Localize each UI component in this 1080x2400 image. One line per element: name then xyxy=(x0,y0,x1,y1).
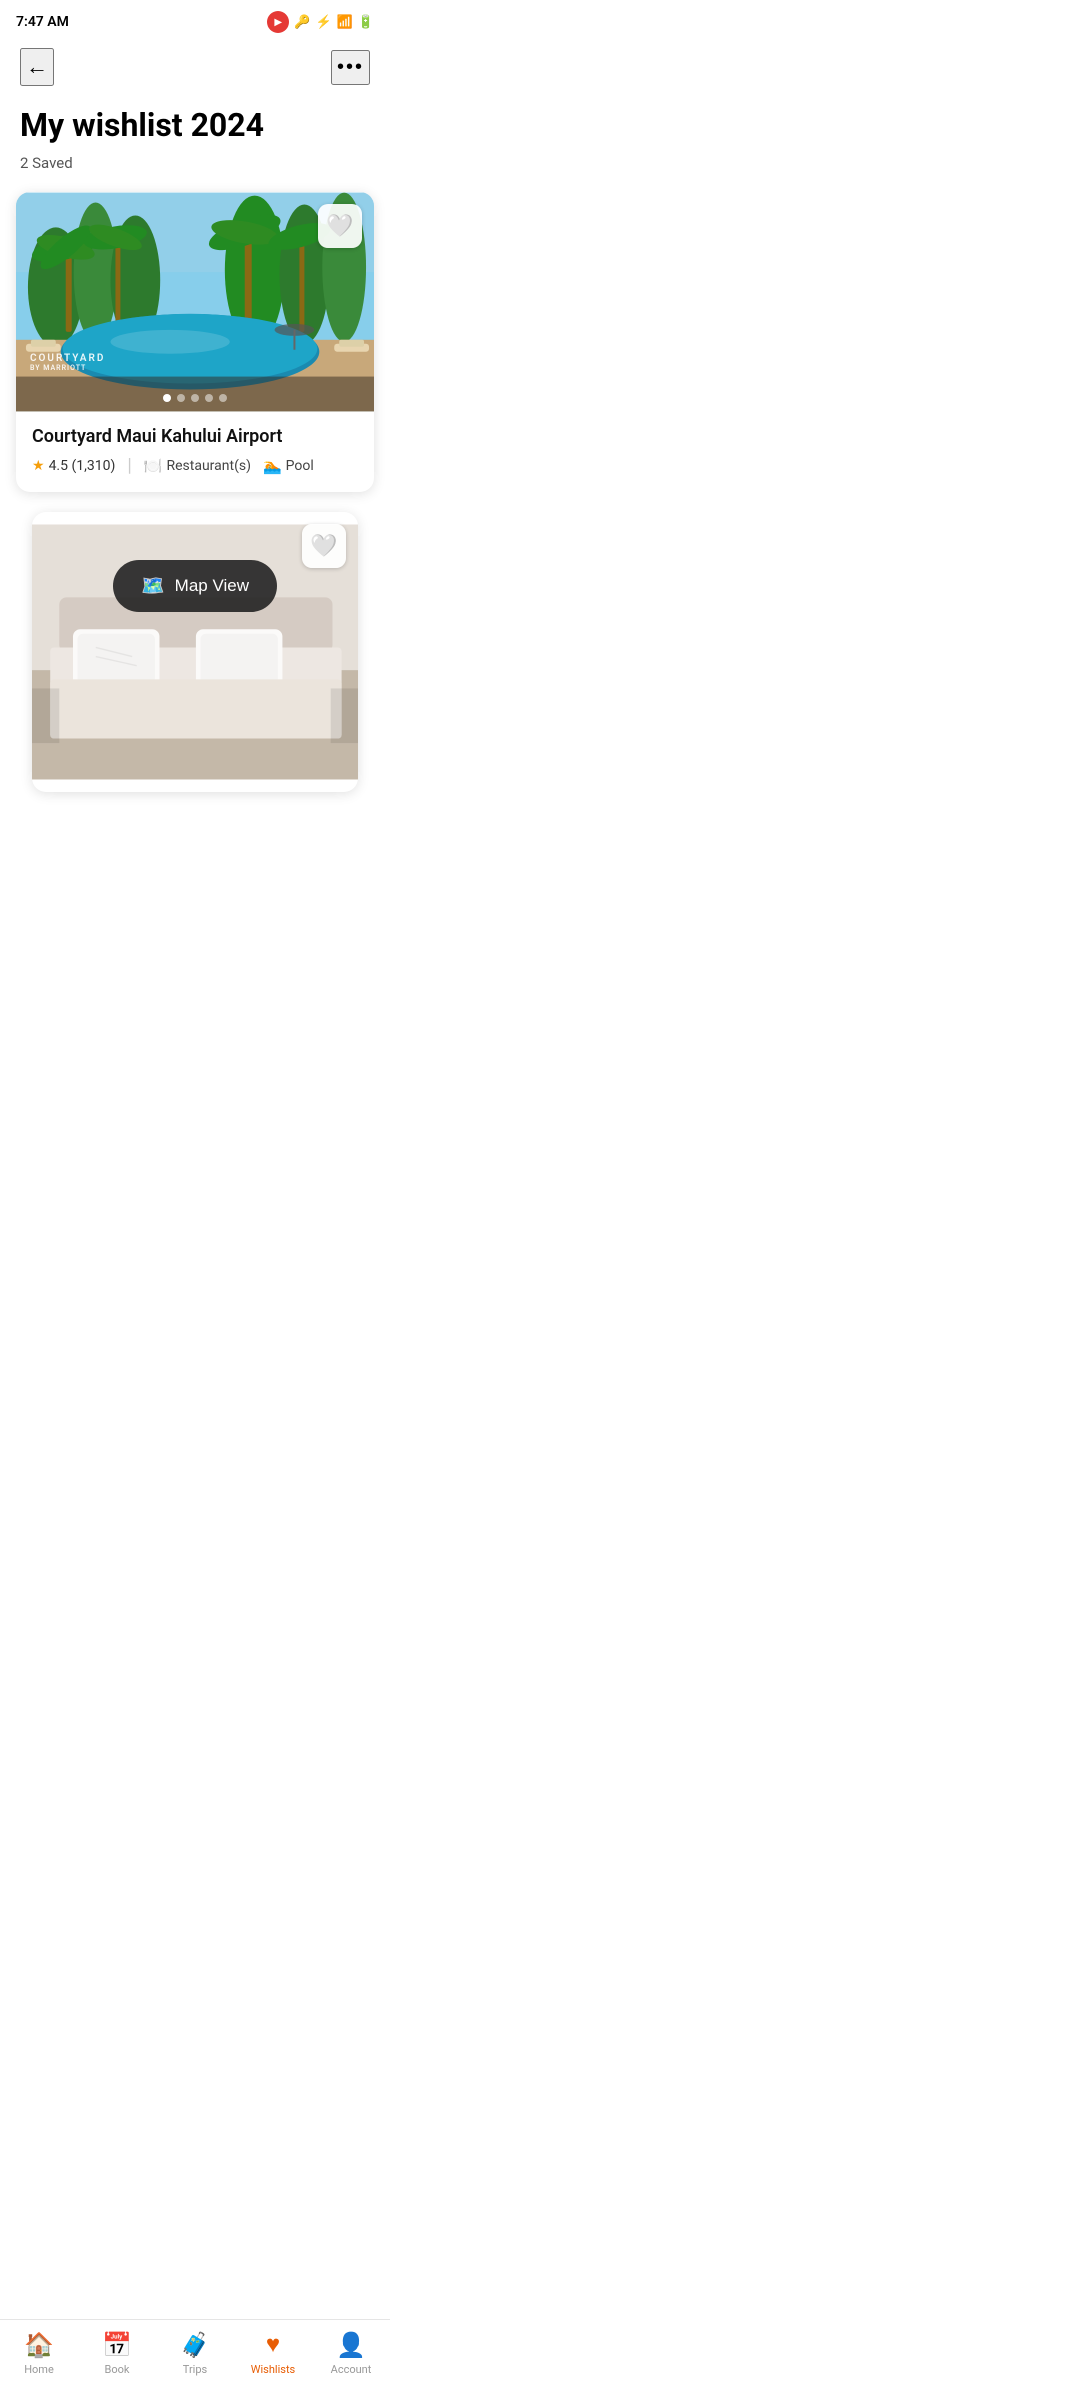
hotel-card-2[interactable]: 🤍 🗺️ Map View xyxy=(32,512,358,792)
battery-icon: 🔋 xyxy=(358,15,374,30)
map-view-button[interactable]: 🗺️ Map View xyxy=(113,560,277,612)
saved-count: 2 Saved xyxy=(20,154,370,172)
account-icon: 👤 xyxy=(336,2331,366,2359)
hotel-card-1[interactable]: 🤍 COURTYARD BY MARRIOTT Courtyard Ma xyxy=(16,192,374,492)
nav-trips[interactable]: 🧳 Trips xyxy=(165,2331,225,2376)
heart-icon-2: 🤍 xyxy=(310,534,337,559)
wishlist-heart-button-1[interactable]: 🤍 xyxy=(318,204,362,248)
amenity-restaurant: 🍽️ Restaurant(s) xyxy=(144,457,251,475)
wishlist-heart-button-2[interactable]: 🤍 xyxy=(302,524,346,568)
key-icon: 🔑 xyxy=(294,15,310,30)
image-dots-1 xyxy=(163,394,227,402)
rating-value-1: 4.5 (1,310) xyxy=(49,458,116,474)
wishlists-icon: ♥ xyxy=(266,2330,280,2359)
dot-5 xyxy=(219,394,227,402)
hotel-name-1: Courtyard Maui Kahului Airport xyxy=(32,426,358,447)
dot-4 xyxy=(205,394,213,402)
bottom-nav: 🏠 Home 📅 Book 🧳 Trips ♥ Wishlists 👤 Acco… xyxy=(0,2319,390,2400)
nav-account-label: Account xyxy=(331,2363,372,2376)
more-options-button[interactable]: ••• xyxy=(331,50,370,85)
card-amenities-1: ★ 4.5 (1,310) | 🍽️ Restaurant(s) 🏊 Pool xyxy=(32,455,358,476)
top-nav: ← ••• xyxy=(0,40,390,94)
nav-home[interactable]: 🏠 Home xyxy=(9,2331,69,2376)
dot-2 xyxy=(177,394,185,402)
dot-1-active xyxy=(163,394,171,402)
home-icon: 🏠 xyxy=(24,2331,54,2359)
cards-container: 🤍 COURTYARD BY MARRIOTT Courtyard Ma xyxy=(0,192,390,792)
page-title: My wishlist 2024 xyxy=(20,106,370,144)
back-button[interactable]: ← xyxy=(20,48,54,86)
restaurant-icon: 🍽️ xyxy=(144,457,163,475)
pool-icon: 🏊 xyxy=(263,457,282,475)
trips-icon: 🧳 xyxy=(180,2331,210,2359)
card-info-1: Courtyard Maui Kahului Airport ★ 4.5 (1,… xyxy=(16,412,374,492)
dot-3 xyxy=(191,394,199,402)
heart-icon-1: 🤍 xyxy=(326,214,353,239)
nav-wishlists-label: Wishlists xyxy=(251,2363,295,2376)
nav-book[interactable]: 📅 Book xyxy=(87,2331,147,2376)
map-view-label: Map View xyxy=(175,576,249,596)
book-icon: 📅 xyxy=(102,2331,132,2359)
nav-account[interactable]: 👤 Account xyxy=(321,2331,381,2376)
rating-1: ★ 4.5 (1,310) xyxy=(32,458,115,474)
status-time: 7:47 AM xyxy=(16,14,69,30)
nav-home-label: Home xyxy=(24,2363,54,2376)
page-header: My wishlist 2024 2 Saved xyxy=(0,94,390,192)
card-image-1: 🤍 COURTYARD BY MARRIOTT xyxy=(16,192,374,412)
restaurant-label: Restaurant(s) xyxy=(166,458,250,474)
status-bar: 7:47 AM ▶ 🔑 ⚡ 📶 🔋 xyxy=(0,0,390,40)
hotel-logo-1: COURTYARD BY MARRIOTT xyxy=(30,353,105,372)
nav-trips-label: Trips xyxy=(183,2363,207,2376)
recording-icon: ▶ xyxy=(267,11,289,33)
amenity-divider-1: | xyxy=(127,455,131,476)
map-icon: 🗺️ xyxy=(141,574,165,598)
nav-book-label: Book xyxy=(105,2363,130,2376)
pool-label: Pool xyxy=(286,458,314,474)
star-icon-1: ★ xyxy=(32,458,45,474)
wifi-icon: 📶 xyxy=(337,15,353,30)
status-icons: ▶ 🔑 ⚡ 📶 🔋 xyxy=(267,11,374,33)
nav-wishlists[interactable]: ♥ Wishlists xyxy=(243,2330,303,2376)
amenity-pool: 🏊 Pool xyxy=(263,457,314,475)
bluetooth-icon: ⚡ xyxy=(315,15,331,30)
